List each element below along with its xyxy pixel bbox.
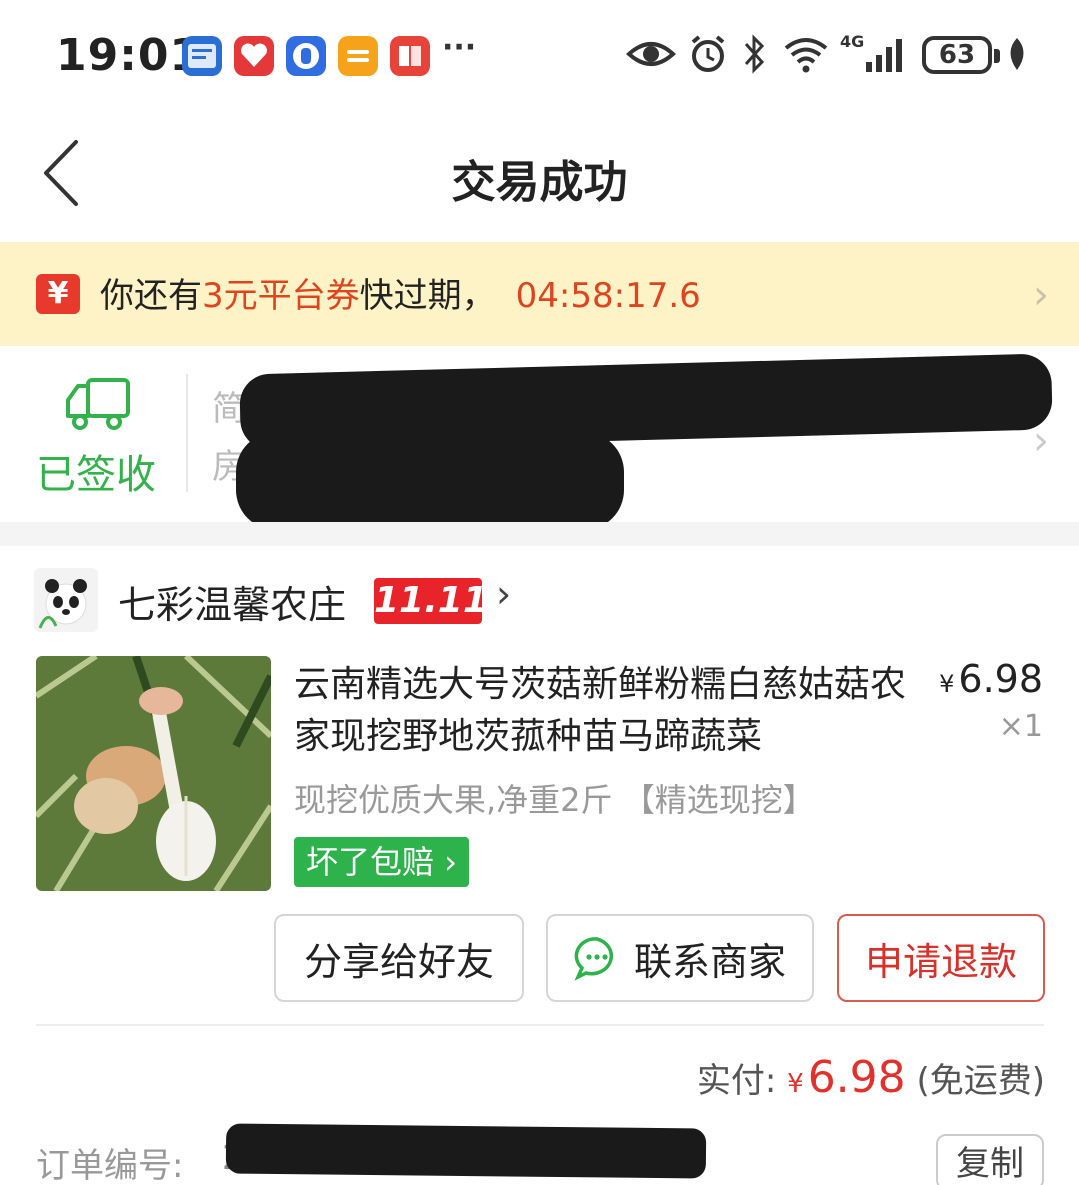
chevron-right-icon: › bbox=[434, 843, 457, 881]
product-item[interactable]: 云南精选大号茨菇新鲜粉糯白慈姑菇农家现挖野地茨菰种苗马蹄蔬菜 ¥6.98 ×1 … bbox=[0, 651, 1079, 901]
network-type: 4G bbox=[840, 32, 865, 51]
chevron-right-icon: › bbox=[1033, 272, 1049, 318]
price-value: 6.98 bbox=[958, 657, 1043, 701]
product-spec: 现挖优质大果,净重2斤 【精选现挖】 bbox=[294, 781, 815, 819]
payment-total: 实付: ¥6.98 (免运费) bbox=[697, 1052, 1045, 1103]
alarm-icon bbox=[691, 35, 725, 72]
shipping-note: (免运费) bbox=[916, 1061, 1045, 1101]
coupon-expiry-banner[interactable]: ¥ 你还有3元平台券快过期， 04:58:17.6 › bbox=[0, 242, 1079, 346]
guarantee-label: 坏了包赔 bbox=[306, 843, 435, 881]
wifi-icon bbox=[784, 38, 828, 73]
coupon-message: 你还有3元平台券快过期， 04:58:17.6 bbox=[100, 268, 701, 317]
coupon-countdown: 04:58:17.6 bbox=[515, 276, 701, 316]
currency-symbol: ¥ bbox=[939, 670, 955, 698]
more-notifications-icon: ··· bbox=[442, 30, 477, 65]
currency-symbol: ¥ bbox=[787, 1069, 804, 1099]
shop-avatar bbox=[34, 568, 98, 632]
redaction-mark bbox=[225, 1123, 707, 1179]
double11-badge: 11.11 bbox=[374, 578, 488, 624]
leaf-icon bbox=[1010, 38, 1024, 70]
chat-bubble-icon bbox=[574, 937, 614, 981]
divider bbox=[36, 1024, 1044, 1026]
truck-icon bbox=[66, 378, 130, 430]
contact-seller-button[interactable]: 联系商家 bbox=[546, 914, 814, 1002]
product-image bbox=[36, 656, 271, 891]
shop-header[interactable]: 七彩温馨农庄 11.11 › bbox=[0, 546, 1079, 651]
logistics-section[interactable]: 已签收 简单 13760840291 东晓路雅墩街2号东晓大厦1905房 › bbox=[0, 346, 1079, 530]
copy-order-number-button[interactable]: 复制 bbox=[936, 1134, 1044, 1185]
book-app-icon bbox=[390, 36, 430, 76]
product-title: 云南精选大号茨菇新鲜粉糯白慈姑菇农家现挖野地茨菰种苗马蹄蔬菜 bbox=[294, 664, 907, 757]
payment-label: 实付: bbox=[696, 1061, 777, 1101]
battery-indicator: 63 bbox=[922, 36, 1000, 74]
chevron-right-icon: › bbox=[1033, 418, 1049, 464]
page-title: 交易成功 bbox=[451, 157, 628, 208]
share-button[interactable]: 分享给好友 bbox=[274, 914, 524, 1002]
guarantee-badge[interactable]: 坏了包赔 › bbox=[294, 837, 469, 887]
product-quantity: ×1 bbox=[998, 709, 1043, 744]
status-bar: 19:01 ··· 4G 63 bbox=[0, 0, 1079, 110]
eye-icon bbox=[626, 42, 676, 66]
product-price: ¥6.98 bbox=[939, 657, 1043, 701]
hand-app-icon bbox=[286, 36, 326, 76]
panda-logo-icon bbox=[38, 579, 87, 629]
coupon-suffix: 快过期， bbox=[359, 276, 496, 316]
section-gap bbox=[0, 522, 1079, 546]
refund-button[interactable]: 申请退款 bbox=[837, 914, 1045, 1002]
orange-app-icon bbox=[338, 36, 378, 76]
coupon-amount: 3元平台券 bbox=[202, 276, 360, 316]
sina-news-icon bbox=[182, 36, 222, 76]
shop-name[interactable]: 七彩温馨农庄 bbox=[118, 574, 346, 629]
clock: 19:01 bbox=[56, 30, 202, 81]
bluetooth-icon bbox=[744, 34, 765, 74]
contact-seller-label: 联系商家 bbox=[633, 939, 786, 984]
title-bar: 交易成功 bbox=[0, 110, 1079, 240]
signal-icon bbox=[866, 39, 902, 72]
chevron-right-icon: › bbox=[496, 572, 512, 616]
divider bbox=[186, 374, 188, 492]
payment-amount: 6.98 bbox=[807, 1052, 906, 1103]
coupon-prefix: 你还有 bbox=[100, 276, 202, 316]
coupon-icon: ¥ bbox=[36, 274, 80, 314]
double11-app-icon bbox=[234, 36, 274, 76]
delivery-status: 已签收 bbox=[36, 452, 156, 498]
redaction-mark bbox=[236, 432, 624, 530]
order-number-label: 订单编号: bbox=[36, 1146, 184, 1185]
